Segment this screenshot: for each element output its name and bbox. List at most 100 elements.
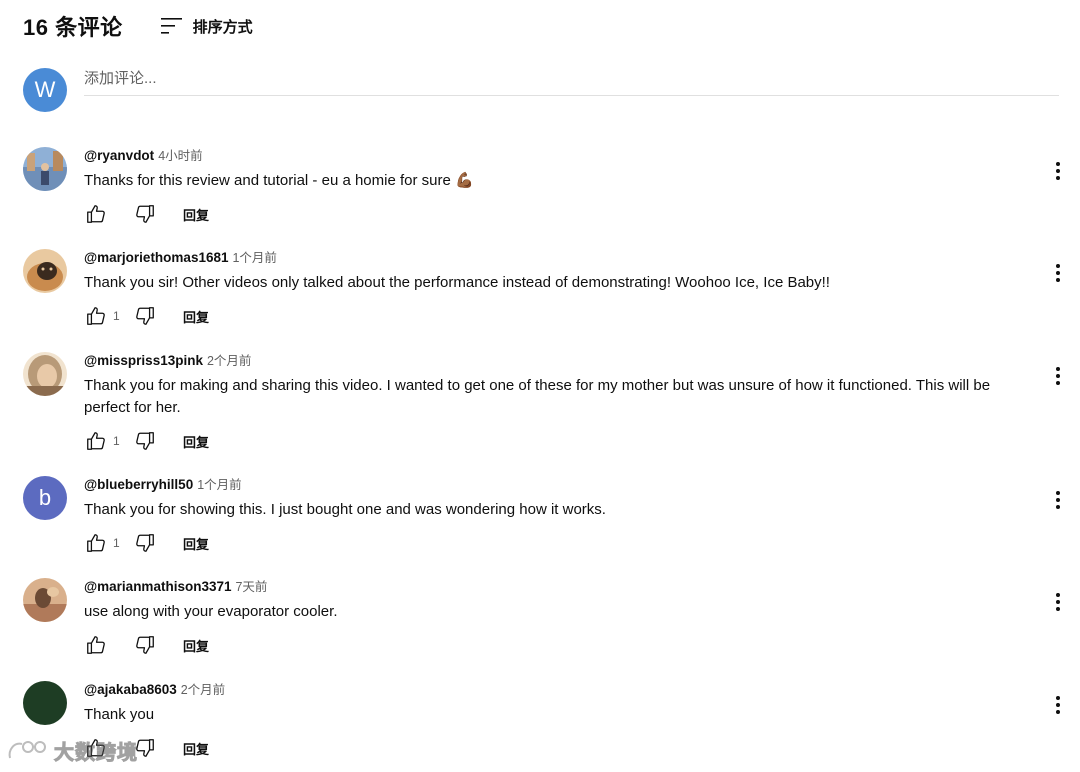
comment-actions: 回复	[84, 736, 1034, 760]
like-button[interactable]	[84, 202, 108, 226]
comment-avatar[interactable]	[23, 578, 67, 622]
comment-time[interactable]: 2个月前	[181, 683, 225, 697]
more-vertical-icon	[1056, 264, 1060, 282]
comment-avatar-letter: b	[38, 485, 52, 510]
reply-button[interactable]: 回复	[183, 739, 209, 758]
dislike-button[interactable]	[133, 633, 157, 657]
current-user-avatar-letter: W	[34, 77, 56, 102]
comment-avatar[interactable]: b	[23, 476, 67, 520]
like-button[interactable]	[84, 429, 108, 453]
thumbs-up-icon	[87, 534, 105, 552]
comment-header: @marianmathison3371 7天前	[84, 578, 1034, 596]
like-count: 1	[113, 536, 120, 550]
avatar-photo-icon	[23, 147, 67, 191]
comment-time[interactable]: 1个月前	[232, 251, 276, 265]
comment-time[interactable]: 7天前	[235, 580, 267, 594]
comment-header: @blueberryhill50 1个月前	[84, 476, 1034, 494]
sort-button[interactable]: 排序方式	[160, 16, 253, 37]
comment-time[interactable]: 4小时前	[158, 149, 202, 163]
sort-icon	[160, 18, 182, 34]
reply-button[interactable]: 回复	[183, 432, 209, 451]
comment-text: Thank you for making and sharing this vi…	[84, 377, 991, 416]
like-button[interactable]	[84, 633, 108, 657]
thumbs-down-icon	[136, 307, 154, 325]
comment-menu-button[interactable]	[1048, 364, 1068, 388]
thumbs-down-icon	[136, 205, 154, 223]
comment-body: @ryanvdot 4小时前 Thanks for this review and…	[84, 147, 1034, 226]
comments-header: 16 条评论 排序方式	[23, 10, 253, 42]
comment-actions: 回复	[84, 202, 1034, 226]
reply-button[interactable]: 回复	[183, 205, 209, 224]
comment-author[interactable]: @ryanvdot	[84, 148, 154, 163]
comment-avatar[interactable]	[23, 681, 67, 725]
current-user-avatar[interactable]: W	[23, 68, 67, 112]
avatar-photo-icon	[23, 249, 67, 293]
like-count: 1	[113, 309, 120, 323]
thumbs-up-icon	[87, 636, 105, 654]
comment-text: use along with your evaporator cooler.	[84, 603, 338, 620]
thumbs-up-icon	[87, 432, 105, 450]
more-vertical-icon	[1056, 593, 1060, 611]
comment-header: @marjoriethomas1681 1个月前	[84, 249, 1034, 267]
like-button[interactable]	[84, 304, 108, 328]
comment-body: @ajakaba8603 2个月前 Thank you 回复	[84, 681, 1034, 760]
comment-text: Thank you sir! Other videos only talked …	[84, 274, 830, 291]
avatar-photo-icon	[23, 352, 67, 396]
thumbs-up-icon	[87, 307, 105, 325]
reply-button[interactable]: 回复	[183, 636, 209, 655]
dislike-button[interactable]	[133, 202, 157, 226]
comment-author[interactable]: @ajakaba8603	[84, 682, 177, 697]
comment-time[interactable]: 2个月前	[207, 354, 251, 368]
dislike-button[interactable]	[133, 304, 157, 328]
comment-author[interactable]: @marianmathison3371	[84, 579, 231, 594]
more-vertical-icon	[1056, 696, 1060, 714]
comment-body: @misspriss13pink 2个月前 Thank you for makin…	[84, 352, 1034, 453]
comment-body: @marjoriethomas1681 1个月前 Thank you sir! O…	[84, 249, 1034, 328]
comments-page: 16 条评论 排序方式 W 添加评论... @ryanvdot 4小时前 Tha…	[0, 0, 1080, 772]
comment-author[interactable]: @marjoriethomas1681	[84, 250, 228, 265]
comment-header: @ryanvdot 4小时前	[84, 147, 1034, 165]
watermark: 大数跨境	[6, 736, 138, 765]
more-vertical-icon	[1056, 367, 1060, 385]
thumbs-down-icon	[136, 432, 154, 450]
comment-body: @blueberryhill50 1个月前 Thank you for showi…	[84, 476, 1034, 555]
comment-menu-button[interactable]	[1048, 159, 1068, 183]
sort-label: 排序方式	[192, 18, 253, 36]
comment-header: @ajakaba8603 2个月前	[84, 681, 1034, 699]
thumbs-up-icon	[87, 205, 105, 223]
comment-author[interactable]: @misspriss13pink	[84, 353, 203, 368]
thumbs-down-icon	[136, 534, 154, 552]
comment-menu-button[interactable]	[1048, 693, 1068, 717]
comment-body: @marianmathison3371 7天前 use along with yo…	[84, 578, 1034, 657]
comment-author[interactable]: @blueberryhill50	[84, 477, 193, 492]
more-vertical-icon	[1056, 162, 1060, 180]
comment-actions: 1 回复	[84, 531, 1034, 555]
comment-time[interactable]: 1个月前	[197, 478, 241, 492]
dislike-button[interactable]	[133, 429, 157, 453]
thumbs-down-icon	[136, 636, 154, 654]
comment-text: Thank you	[84, 706, 155, 723]
comment-actions: 1 回复	[84, 429, 1034, 453]
comment-avatar[interactable]	[23, 147, 67, 191]
comment-text: Thanks for this review and tutorial - eu…	[84, 172, 474, 189]
avatar-photo-icon	[23, 578, 67, 622]
add-comment-row: W	[23, 68, 1059, 112]
comment-actions: 1 回复	[84, 304, 1034, 328]
watermark-text: 大数跨境	[54, 742, 138, 765]
watermark-logo-icon	[8, 740, 46, 758]
comment-menu-button[interactable]	[1048, 590, 1068, 614]
comment-count: 16 条评论	[23, 15, 123, 40]
comment-text: Thank you for showing this. I just bough…	[84, 501, 606, 518]
comment-header: @misspriss13pink 2个月前	[84, 352, 1034, 370]
comment-avatar[interactable]	[23, 249, 67, 293]
add-comment-input[interactable]	[84, 68, 1059, 96]
more-vertical-icon	[1056, 491, 1060, 509]
comment-avatar[interactable]	[23, 352, 67, 396]
comment-menu-button[interactable]	[1048, 488, 1068, 512]
like-count: 1	[113, 434, 120, 448]
like-button[interactable]	[84, 531, 108, 555]
reply-button[interactable]: 回复	[183, 307, 209, 326]
comment-menu-button[interactable]	[1048, 261, 1068, 285]
dislike-button[interactable]	[133, 531, 157, 555]
reply-button[interactable]: 回复	[183, 534, 209, 553]
